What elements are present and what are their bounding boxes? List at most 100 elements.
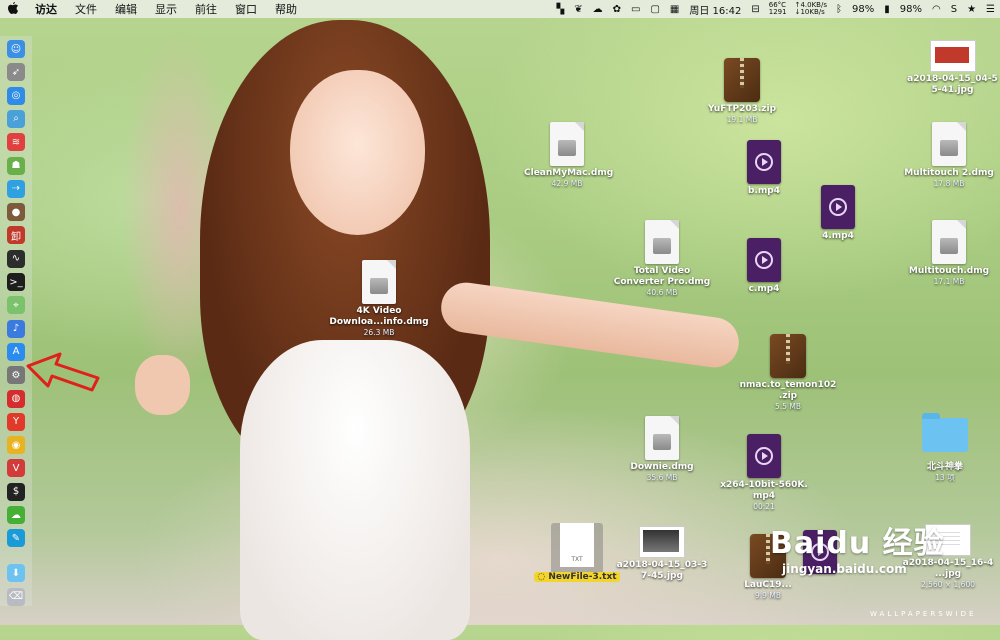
- file-screenshot-03-37[interactable]: a2018-04-15_03-3 7-45.jpg: [612, 526, 712, 582]
- watermark-site: jingyan.baidu.com: [782, 562, 907, 576]
- file-size: 26.3 MB: [363, 328, 395, 337]
- video-file-icon: [747, 434, 781, 478]
- file-multitouch2-dmg[interactable]: Multitouch 2.dmg 17.8 MB: [902, 122, 996, 189]
- video-file-icon: [747, 238, 781, 282]
- app-store-icon[interactable]: A: [7, 342, 25, 361]
- siri-icon[interactable]: ♪: [7, 319, 25, 338]
- finder-icon[interactable]: ☺: [7, 40, 25, 58]
- tiles-icon[interactable]: ▚: [552, 4, 570, 15]
- paw-icon[interactable]: ❦: [569, 4, 587, 15]
- app-red-icon[interactable]: ≋: [7, 133, 25, 152]
- file-total-video-converter-dmg[interactable]: Total Video Converter Pro.dmg 40.6 MB: [612, 220, 712, 298]
- image-thumbnail-icon: [639, 526, 685, 558]
- brown-app-icon[interactable]: ●: [7, 203, 25, 222]
- netease-music-icon[interactable]: ◍: [7, 389, 25, 408]
- display-icon[interactable]: ▢: [645, 4, 664, 15]
- menu-list-icon[interactable]: ☰: [981, 4, 1000, 15]
- menu-edit[interactable]: 编辑: [106, 1, 146, 17]
- preview-icon[interactable]: ⌕: [7, 109, 25, 128]
- file-size: 17.8 MB: [933, 179, 965, 188]
- calendar-icon[interactable]: ▦: [665, 4, 684, 15]
- menu-bar: 访达 文件 编辑 显示 前往 窗口 帮助 ▚ ❦ ☁ ✿ ▭ ▢ ▦ 周日 16…: [0, 0, 1000, 18]
- file-cleanmymac-dmg[interactable]: CleanMyMac.dmg 42.9 MB: [524, 122, 614, 189]
- dmg-icon: [645, 220, 679, 264]
- folder-beidou[interactable]: 北斗神拳 13 项: [915, 413, 975, 483]
- yandex-icon[interactable]: Y: [7, 412, 25, 431]
- migration-icon[interactable]: ⇢: [7, 179, 25, 198]
- fan-text: 1291: [768, 8, 787, 16]
- file-multitouch-dmg[interactable]: Multitouch.dmg 17.1 MB: [902, 220, 996, 287]
- wechat-icon[interactable]: ☁: [7, 506, 25, 524]
- battery2-text[interactable]: 98%: [895, 4, 927, 15]
- menu-finder[interactable]: 访达: [26, 1, 66, 17]
- file-label: Total Video Converter Pro.dmg: [613, 266, 711, 287]
- wallpaper-hand: [135, 355, 190, 415]
- console-icon[interactable]: $: [7, 482, 25, 501]
- monitor-control-icon[interactable]: ⊟: [746, 4, 764, 15]
- laptop-icon[interactable]: ▭: [626, 4, 645, 15]
- file-newfile-txt[interactable]: TXT ◌ NewFile-3.txt: [530, 523, 624, 582]
- xcode-icon[interactable]: ✎: [7, 529, 25, 548]
- txt-badge: TXT: [571, 556, 583, 563]
- red-app-icon[interactable]: 卸: [7, 226, 25, 245]
- dock: ☺ ➶ ◎ ⌕ ≋ ☗ ⇢ ● 卸 ∿ >_ ⌖ ♪ A ⚙ ◍ Y ◉ V $ ☁ ✎ ⬇ ⌫: [0, 36, 32, 606]
- file-label: Downie.dmg: [630, 462, 694, 472]
- wechat-status-icon[interactable]: ☁: [588, 4, 608, 15]
- temp-fan-readout[interactable]: 66°C 1291: [765, 2, 791, 16]
- battery1-text[interactable]: 98%: [847, 4, 879, 15]
- safari-icon[interactable]: ◎: [7, 86, 25, 105]
- file-label: Multitouch.dmg: [908, 266, 990, 276]
- battery-icon[interactable]: ▮: [879, 4, 895, 15]
- downloads-folder-icon[interactable]: ⬇: [7, 564, 25, 583]
- file-label: b.mp4: [748, 186, 780, 196]
- file-label: Multitouch 2.dmg: [904, 168, 994, 178]
- vivaldi-icon[interactable]: V: [7, 459, 25, 478]
- launchpad-icon[interactable]: ➶: [7, 63, 25, 82]
- wifi-icon[interactable]: ◠: [927, 4, 946, 15]
- wallpaper-dress: [240, 340, 470, 640]
- rename-field[interactable]: ◌ NewFile-3.txt: [534, 572, 620, 582]
- file-size: 9.9 MB: [755, 591, 781, 600]
- sogou-input-icon[interactable]: S: [946, 4, 962, 15]
- trash-icon[interactable]: ⌫: [7, 587, 25, 606]
- menu-help[interactable]: 帮助: [266, 1, 306, 17]
- clock-text[interactable]: 周日 16:42: [684, 2, 746, 17]
- file-4k-video-downloader-dmg[interactable]: 4K Video Downloa...info.dmg 26.3 MB: [329, 260, 429, 338]
- dmg-icon: [932, 220, 966, 264]
- activity-monitor-icon[interactable]: ∿: [7, 249, 25, 268]
- terminal-icon[interactable]: >_: [7, 273, 25, 291]
- network-readout[interactable]: ↑4.0KB/s ↓10KB/s: [791, 2, 831, 16]
- system-preferences-icon[interactable]: ⚙: [7, 366, 25, 385]
- maps-icon[interactable]: ⌖: [7, 296, 25, 315]
- file-screenshot-04-55[interactable]: a2018-04-15_04-5 5-41.jpg: [905, 40, 1000, 96]
- watermark-brand: Baidu 经验: [770, 526, 945, 561]
- file-b-mp4[interactable]: b.mp4: [735, 140, 793, 197]
- file-label: 4K Video Downloa...info.dmg: [329, 306, 429, 327]
- zip-icon: [770, 334, 806, 378]
- image-thumbnail-icon: [929, 40, 976, 72]
- file-size: 35.6 MB: [646, 473, 678, 482]
- file-4-mp4[interactable]: 4.mp4: [810, 185, 866, 242]
- file-c-mp4[interactable]: c.mp4: [735, 238, 793, 295]
- android-icon[interactable]: ☗: [7, 156, 25, 175]
- menu-view[interactable]: 显示: [146, 1, 186, 17]
- file-downie-dmg[interactable]: Downie.dmg 35.6 MB: [620, 416, 704, 483]
- qq-icon[interactable]: ✿: [608, 4, 626, 15]
- zip-icon: [724, 58, 760, 102]
- menu-file[interactable]: 文件: [66, 1, 106, 17]
- menu-go[interactable]: 前往: [186, 1, 226, 17]
- file-yuftp-zip[interactable]: YuFTP203.zip 19.1 MB: [707, 58, 777, 125]
- chrome-icon[interactable]: ◉: [7, 436, 25, 455]
- file-label: CleanMyMac.dmg: [524, 168, 614, 178]
- dmg-icon: [932, 122, 966, 166]
- file-label: a2018-04-15_04-5 5-41.jpg: [907, 74, 998, 95]
- apple-menu-icon[interactable]: [0, 1, 26, 17]
- bluetooth-icon[interactable]: ᛒ: [831, 4, 847, 15]
- file-x264-mp4[interactable]: x264-10bit-560K. mp4 00:21: [714, 434, 814, 512]
- wallpaper-face: [290, 70, 425, 235]
- file-nmac-zip[interactable]: nmac.to_temon102 .zip 5.5 MB: [738, 334, 838, 412]
- baidu-watermark: Baidu 经验 jingyan.baidu.com: [770, 518, 945, 576]
- menu-window[interactable]: 窗口: [226, 1, 266, 17]
- file-size: 5.5 MB: [775, 402, 801, 411]
- star-icon[interactable]: ★: [962, 4, 981, 15]
